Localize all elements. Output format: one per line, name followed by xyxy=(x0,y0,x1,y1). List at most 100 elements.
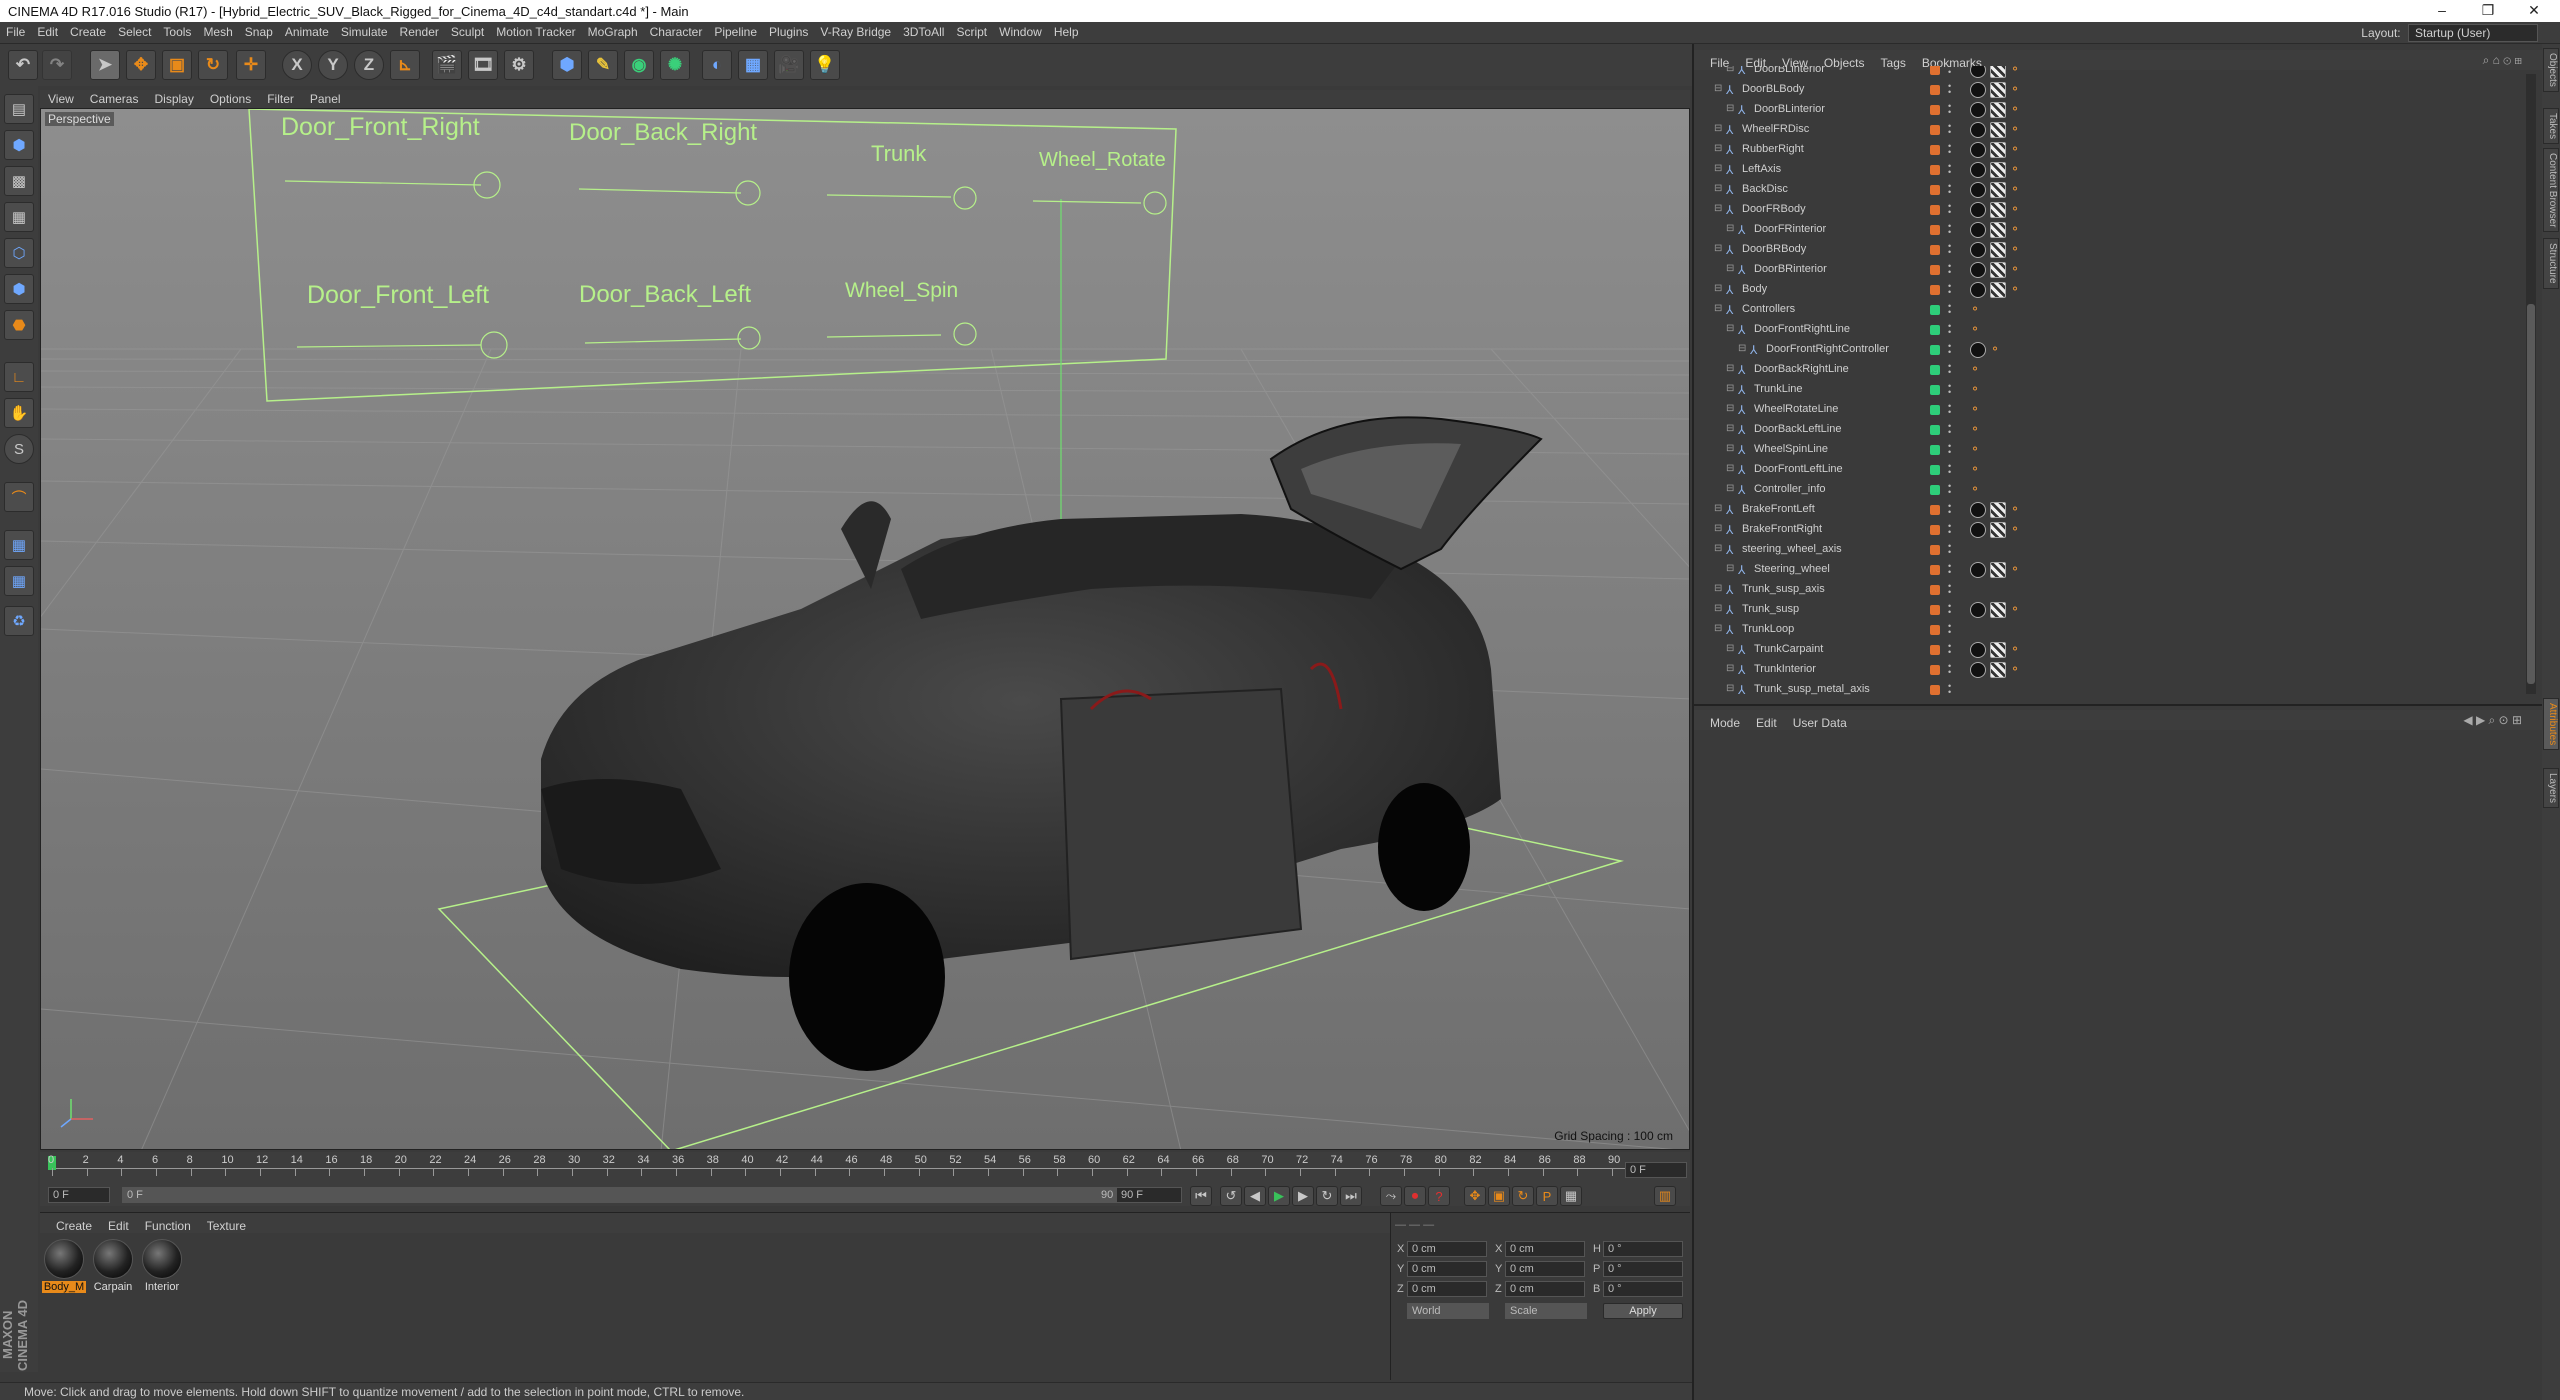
edges-mode-icon[interactable]: ⬢ xyxy=(4,274,34,304)
layer-color-swatch[interactable] xyxy=(1930,125,1940,135)
menu-script[interactable]: Script xyxy=(950,22,993,42)
material-swatch[interactable]: Carpain xyxy=(91,1237,135,1293)
xpresso-tag-icon[interactable]: ⚬ xyxy=(1970,322,1986,338)
xpresso-tag-icon[interactable]: ⚬ xyxy=(2010,102,2026,118)
scale-tool-icon[interactable]: ▣ xyxy=(162,50,192,80)
x-size-field[interactable]: 0 cm xyxy=(1505,1241,1585,1257)
p-rotation-field[interactable]: 0 ° xyxy=(1603,1261,1683,1277)
constraint-tag-icon[interactable] xyxy=(1970,342,1986,358)
spline-pen-icon[interactable]: ✎ xyxy=(588,50,618,80)
attribute-menu-edit[interactable]: Edit xyxy=(1748,713,1785,733)
layer-color-swatch[interactable] xyxy=(1930,425,1940,435)
visibility-dots[interactable]: • • xyxy=(1948,462,1951,477)
visibility-dots[interactable]: • • xyxy=(1948,322,1951,337)
side-tab-attributes[interactable]: Attributes xyxy=(2543,698,2559,751)
expand-toggle-icon[interactable]: ⊟ xyxy=(1714,543,1722,554)
visibility-dots[interactable]: • • xyxy=(1948,522,1951,537)
expand-toggle-icon[interactable]: ⊟ xyxy=(1714,243,1722,254)
expand-toggle-icon[interactable]: ⊟ xyxy=(1714,143,1722,154)
object-row[interactable]: ⊟ ⅄ Trunk_susp_axis • • xyxy=(1694,580,2524,600)
object-row[interactable]: ⊟ ⅄ Controller_info • • ⚬ xyxy=(1694,480,2524,500)
attribute-nav-icons[interactable]: ◀ ▶ ⌕ ⊙ ⊞ xyxy=(2455,710,2530,731)
visibility-dots[interactable]: • • xyxy=(1948,602,1951,617)
texture-tag-icon[interactable] xyxy=(1990,562,2006,578)
xpresso-tag-icon[interactable]: ⚬ xyxy=(1970,482,1986,498)
layer-color-swatch[interactable] xyxy=(1930,205,1940,215)
xpresso-tag-icon[interactable]: ⚬ xyxy=(1970,422,1986,438)
material-swatch[interactable]: Interior xyxy=(140,1237,184,1293)
expand-toggle-icon[interactable]: ⊟ xyxy=(1726,263,1734,274)
workplane-icon[interactable]: ▦ xyxy=(4,202,34,232)
layer-color-swatch[interactable] xyxy=(1930,605,1940,615)
object-row[interactable]: ⊟ ⅄ DoorBackRightLine • • ⚬ xyxy=(1694,360,2524,380)
viewport-menu-cameras[interactable]: Cameras xyxy=(82,90,147,108)
visibility-dots[interactable]: • • xyxy=(1948,182,1951,197)
menu-file[interactable]: File xyxy=(0,22,31,42)
material-tag-icon[interactable] xyxy=(1970,562,1986,578)
menu-render[interactable]: Render xyxy=(394,22,445,42)
xpresso-tag-icon[interactable]: ⚬ xyxy=(2010,66,2026,78)
object-row[interactable]: ⊟ ⅄ DoorBLinterior • • ⚬ xyxy=(1694,100,2524,120)
xpresso-tag-icon[interactable]: ⚬ xyxy=(2010,602,2026,618)
object-row[interactable]: ⊟ ⅄ Trunk_susp • • ⚬ xyxy=(1694,600,2524,620)
prev-key-icon[interactable]: ↺ xyxy=(1220,1186,1242,1206)
side-tab-objects[interactable]: Objects xyxy=(2543,48,2559,92)
expand-toggle-icon[interactable]: ⊟ xyxy=(1726,403,1734,414)
visibility-dots[interactable]: • • xyxy=(1948,582,1951,597)
magnet-icon[interactable]: ⌒ xyxy=(4,482,34,512)
object-row[interactable]: ⊟ ⅄ WheelRotateLine • • ⚬ xyxy=(1694,400,2524,420)
apply-button[interactable]: Apply xyxy=(1603,1303,1683,1319)
menu-select[interactable]: Select xyxy=(112,22,157,42)
xpresso-tag-icon[interactable]: ⚬ xyxy=(2010,522,2026,538)
side-tab-takes[interactable]: Takes xyxy=(2543,108,2559,145)
menu-create[interactable]: Create xyxy=(64,22,112,42)
axis-mode-icon[interactable]: ∟ xyxy=(4,362,34,392)
xpresso-tag-icon[interactable]: ⚬ xyxy=(1970,402,1986,418)
layer-color-swatch[interactable] xyxy=(1930,505,1940,515)
object-row[interactable]: ⊟ ⅄ Steering_wheel • • ⚬ xyxy=(1694,560,2524,580)
object-row[interactable]: ⊟ ⅄ WheelFRDisc • • ⚬ xyxy=(1694,120,2524,140)
material-tag-icon[interactable] xyxy=(1970,82,1986,98)
layer-color-swatch[interactable] xyxy=(1930,585,1940,595)
object-row[interactable]: ⊟ ⅄ DoorBLinterior • • ⚬ xyxy=(1694,66,2524,80)
key-scale-icon[interactable]: ▣ xyxy=(1488,1186,1510,1206)
live-select-icon[interactable]: ✛ xyxy=(236,50,266,80)
expand-toggle-icon[interactable]: ⊟ xyxy=(1726,683,1734,694)
prev-frame-icon[interactable]: ◀ xyxy=(1244,1186,1266,1206)
layer-color-swatch[interactable] xyxy=(1930,265,1940,275)
texture-tag-icon[interactable] xyxy=(1990,282,2006,298)
viewport-menu-filter[interactable]: Filter xyxy=(259,90,302,108)
side-tab-structure[interactable]: Structure xyxy=(2543,238,2559,289)
render-view-icon[interactable]: 🎬 xyxy=(432,50,462,80)
layer-color-swatch[interactable] xyxy=(1930,325,1940,335)
texture-tag-icon[interactable] xyxy=(1990,66,2006,78)
xpresso-tag-icon[interactable]: ⚬ xyxy=(1970,362,1986,378)
minimize-button[interactable]: – xyxy=(2424,2,2460,18)
layer-color-swatch[interactable] xyxy=(1930,525,1940,535)
next-key-icon[interactable]: ↻ xyxy=(1316,1186,1338,1206)
expand-toggle-icon[interactable]: ⊟ xyxy=(1714,203,1722,214)
layer-color-swatch[interactable] xyxy=(1930,565,1940,575)
timeline-ruler[interactable]: 0 2 4 6 8 10 12 14 16 18 20 22 24 26 28 30 32 34 36 38 40 42 4… xyxy=(40,1152,1690,1184)
visibility-dots[interactable]: • • xyxy=(1948,662,1951,677)
layer-color-swatch[interactable] xyxy=(1930,665,1940,675)
make-editable-icon[interactable]: ▤ xyxy=(4,94,34,124)
polygons-mode-icon[interactable]: ⬣ xyxy=(4,310,34,340)
render-picture-viewer-icon[interactable]: 🎞 xyxy=(468,50,498,80)
menu-mesh[interactable]: Mesh xyxy=(197,22,238,42)
play-icon[interactable]: ▶ xyxy=(1268,1186,1290,1206)
object-row[interactable]: ⊟ ⅄ LeftAxis • • ⚬ xyxy=(1694,160,2524,180)
visibility-dots[interactable]: • • xyxy=(1948,122,1951,137)
material-tag-icon[interactable] xyxy=(1970,282,1986,298)
visibility-dots[interactable]: • • xyxy=(1948,342,1951,357)
visibility-dots[interactable]: • • xyxy=(1948,102,1951,117)
xpresso-tag-icon[interactable]: ⚬ xyxy=(2010,502,2026,518)
viewport-menu-display[interactable]: Display xyxy=(146,90,201,108)
undo-button[interactable]: ↶ xyxy=(8,50,38,80)
close-button[interactable]: ✕ xyxy=(2516,2,2552,19)
texture-tag-icon[interactable] xyxy=(1990,522,2006,538)
texture-tag-icon[interactable] xyxy=(1990,242,2006,258)
menu-animate[interactable]: Animate xyxy=(279,22,335,42)
b-rotation-field[interactable]: 0 ° xyxy=(1603,1281,1683,1297)
material-tag-icon[interactable] xyxy=(1970,522,1986,538)
